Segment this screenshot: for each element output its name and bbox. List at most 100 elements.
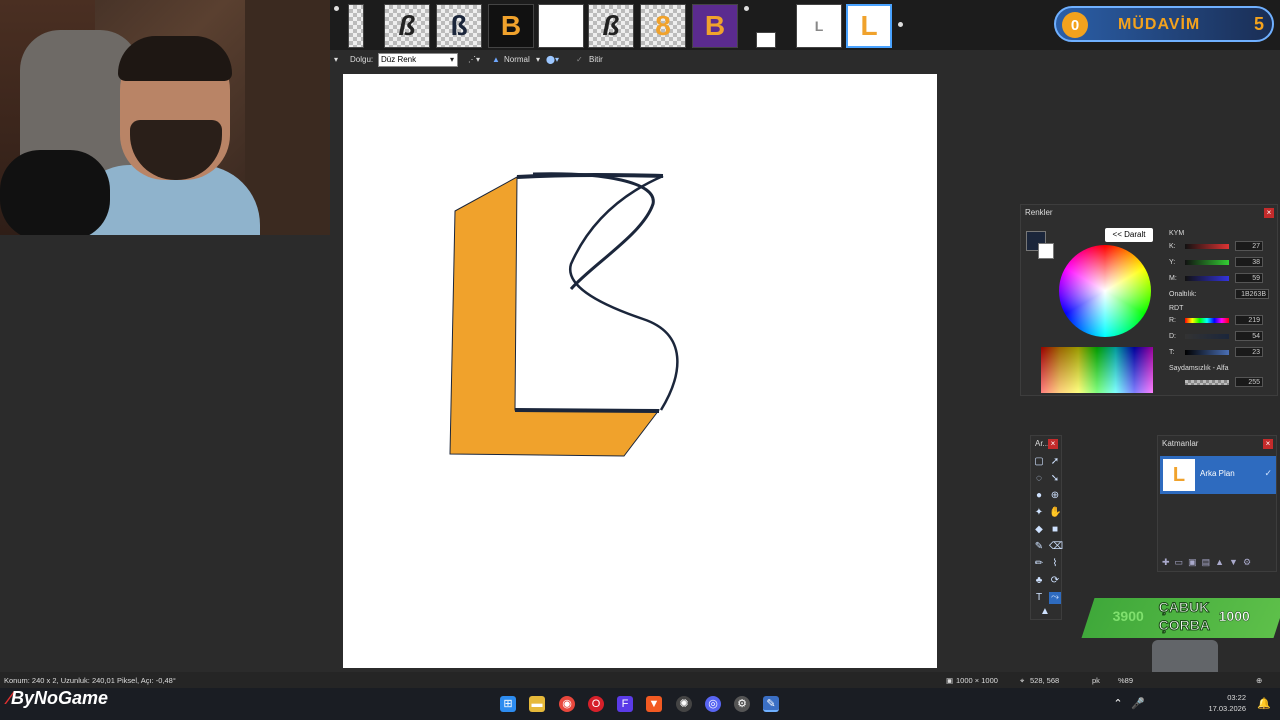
pan-icon[interactable]: ✋	[1049, 507, 1061, 519]
zoom-icon[interactable]: ⊕	[1049, 490, 1061, 502]
secondary-color-swatch[interactable]	[1038, 243, 1054, 259]
clock[interactable]: 03:22 17.03.2026	[1208, 692, 1246, 714]
image-tab[interactable]: B	[692, 4, 738, 48]
s-input[interactable]: 54	[1235, 331, 1263, 341]
v-input[interactable]: 23	[1235, 347, 1263, 357]
app-icon[interactable]: F	[617, 696, 633, 712]
image-tab[interactable]: ß	[436, 4, 482, 48]
ellipse-select-icon[interactable]: ●	[1033, 490, 1045, 502]
h-slider[interactable]	[1185, 318, 1229, 323]
hex-label: Onaltılık:	[1169, 291, 1197, 298]
zoom-level[interactable]: %89	[1118, 676, 1133, 685]
alpha-input[interactable]: 255	[1235, 377, 1263, 387]
fill-select[interactable]: Düz Renk	[378, 53, 458, 67]
fill-label: Dolgu:	[350, 55, 374, 64]
microphone-icon[interactable]: 🎤	[1130, 696, 1146, 712]
status-position: Konum: 240 x 2, Uzunluk: 240,01 Piksel, …	[4, 676, 176, 685]
opera-icon[interactable]: O	[588, 696, 604, 712]
paint-bucket-icon[interactable]: ◆	[1033, 524, 1045, 536]
v-slider[interactable]	[1185, 350, 1229, 355]
antialias-icon[interactable]: ⋰▾	[468, 55, 480, 64]
lasso-select-icon[interactable]: ◌	[1033, 473, 1045, 485]
move-down-icon[interactable]: ▼	[1229, 557, 1243, 567]
delete-layer-icon[interactable]: ▭	[1175, 557, 1189, 567]
clone-stamp-icon[interactable]: ♣	[1033, 575, 1045, 587]
layer-item[interactable]: L Arka Plan ✓	[1160, 456, 1276, 494]
alpha-blend-icon[interactable]: ⬤▾	[546, 55, 559, 64]
g-input[interactable]: 38	[1235, 257, 1263, 267]
properties-icon[interactable]: ⚙	[1243, 557, 1256, 567]
add-layer-icon[interactable]: ✚	[1162, 557, 1175, 567]
tab-menu-icon[interactable]	[898, 22, 903, 27]
tool-menu-icon[interactable]: ▾	[334, 55, 338, 64]
move-selection-icon[interactable]: ➚	[1049, 456, 1061, 468]
magic-wand-icon[interactable]: ✦	[1033, 507, 1045, 519]
shapes-icon[interactable]: ▲	[1039, 606, 1051, 618]
file-explorer-icon[interactable]: ▬	[529, 696, 545, 712]
duplicate-layer-icon[interactable]: ▣	[1188, 557, 1202, 567]
h-label: R:	[1169, 317, 1176, 324]
finish-button[interactable]: Bitir	[589, 55, 603, 64]
tab-dot	[334, 6, 339, 11]
color-wheel[interactable]	[1059, 245, 1151, 337]
gradient-icon[interactable]: ■	[1049, 524, 1061, 536]
tab-dot	[744, 6, 749, 11]
g-slider[interactable]	[1185, 260, 1229, 265]
windows-start-icon[interactable]: ⊞	[500, 696, 516, 712]
close-icon[interactable]: ×	[1264, 208, 1274, 218]
s-slider[interactable]	[1185, 334, 1229, 339]
r-input[interactable]: 27	[1235, 241, 1263, 251]
image-tab[interactable]	[348, 4, 364, 48]
zoom-in-icon[interactable]: ⊕	[1256, 676, 1262, 685]
color-picker-icon[interactable]: ⌇	[1049, 558, 1061, 570]
r-slider[interactable]	[1185, 244, 1229, 249]
chatgpt-icon[interactable]: ✺	[676, 696, 692, 712]
eraser-icon[interactable]: ⌫	[1049, 541, 1063, 553]
checkmark-icon: ✓	[576, 55, 583, 64]
image-tab[interactable]	[756, 32, 776, 48]
move-selected-icon[interactable]: ➘	[1049, 473, 1061, 485]
image-tab-active[interactable]: L	[846, 4, 892, 48]
layer-visibility-checkbox[interactable]: ✓	[1264, 468, 1272, 479]
image-tab[interactable]: ß	[588, 4, 634, 48]
image-tab[interactable]	[538, 4, 584, 48]
image-tab[interactable]: ß	[384, 4, 430, 48]
paintbrush-icon[interactable]: ✎	[1033, 541, 1045, 553]
b-input[interactable]: 59	[1235, 273, 1263, 283]
blend-mode-select[interactable]: Normal	[504, 55, 530, 64]
recolor-icon[interactable]: ⟳	[1049, 575, 1061, 587]
notification-icon[interactable]: 🔔	[1256, 696, 1272, 712]
b-purple-icon: B	[704, 10, 726, 41]
b-slider[interactable]	[1185, 276, 1229, 281]
close-icon[interactable]: ×	[1048, 439, 1058, 449]
image-tab[interactable]: L	[796, 4, 842, 48]
image-tab[interactable]: B	[488, 4, 534, 48]
h-input[interactable]: 219	[1235, 315, 1263, 325]
rectangle-select-icon[interactable]: ▢	[1033, 456, 1045, 468]
line-curve-icon[interactable]: ⤳	[1049, 592, 1061, 604]
v-label: T:	[1169, 349, 1175, 356]
chrome-icon[interactable]: ◉	[559, 696, 575, 712]
merge-layer-icon[interactable]: ▤	[1202, 557, 1216, 567]
b-outline-icon: ß	[602, 10, 620, 41]
promo-banner: 3900 ÇABUK ÇORBA 1000	[1081, 598, 1280, 638]
layers-panel-title: Katmanlar	[1162, 439, 1199, 448]
move-up-icon[interactable]: ▲	[1215, 557, 1229, 567]
color-palette[interactable]	[1041, 347, 1153, 393]
discord-icon[interactable]: ◎	[705, 696, 721, 712]
paintdotnet-icon[interactable]: ✎	[763, 696, 779, 712]
close-icon[interactable]: ×	[1263, 439, 1273, 449]
alpha-slider[interactable]	[1185, 380, 1229, 385]
settings-icon[interactable]: ⚙	[734, 696, 750, 712]
collapse-button[interactable]: << Daralt	[1105, 228, 1153, 242]
chevron-up-icon[interactable]: ⌃	[1110, 696, 1126, 712]
brave-icon[interactable]: ▼	[646, 696, 662, 712]
units-select[interactable]: pk	[1092, 676, 1100, 685]
text-icon[interactable]: T	[1033, 592, 1045, 604]
background-door	[245, 0, 330, 235]
pencil-icon[interactable]: ✏	[1033, 558, 1045, 570]
drawing-canvas[interactable]	[343, 74, 937, 668]
hex-input[interactable]: 1B263B	[1235, 289, 1269, 299]
image-tab[interactable]: 8	[640, 4, 686, 48]
promo-line-2: ÇORBA	[1158, 617, 1210, 634]
